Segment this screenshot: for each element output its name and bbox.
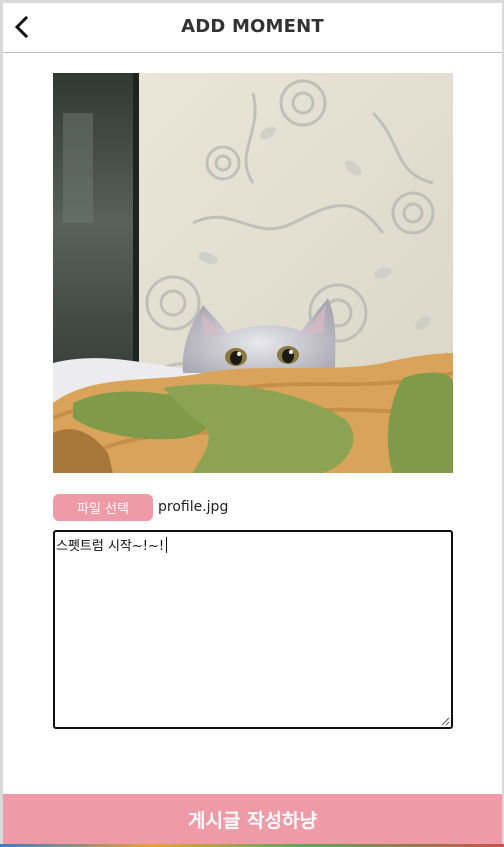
textarea-value-text: 스펫트럼 시작~!~! — [56, 539, 165, 554]
moment-content-textarea[interactable]: 스펫트럼 시작~!~! — [53, 530, 453, 729]
photo-preview — [53, 73, 453, 473]
textarea-value: 스펫트럼 시작~!~! — [56, 535, 168, 554]
text-caret — [166, 537, 168, 553]
file-input-row: 파일 선택 profile.jpg — [53, 493, 228, 521]
app-header: ADD MOMENT — [3, 3, 502, 53]
resize-grip-icon[interactable] — [441, 717, 450, 726]
cat-photo-image — [53, 73, 453, 473]
app-frame: ADD MOMENT 파일 선택 profile.jpg 스펫트럼 시작~!~!… — [3, 3, 502, 844]
choose-file-button[interactable]: 파일 선택 — [53, 493, 153, 521]
page-title: ADD MOMENT — [181, 16, 324, 37]
selected-file-name: profile.jpg — [158, 499, 229, 515]
submit-post-button[interactable]: 게시글 작성하냥 — [3, 794, 502, 844]
